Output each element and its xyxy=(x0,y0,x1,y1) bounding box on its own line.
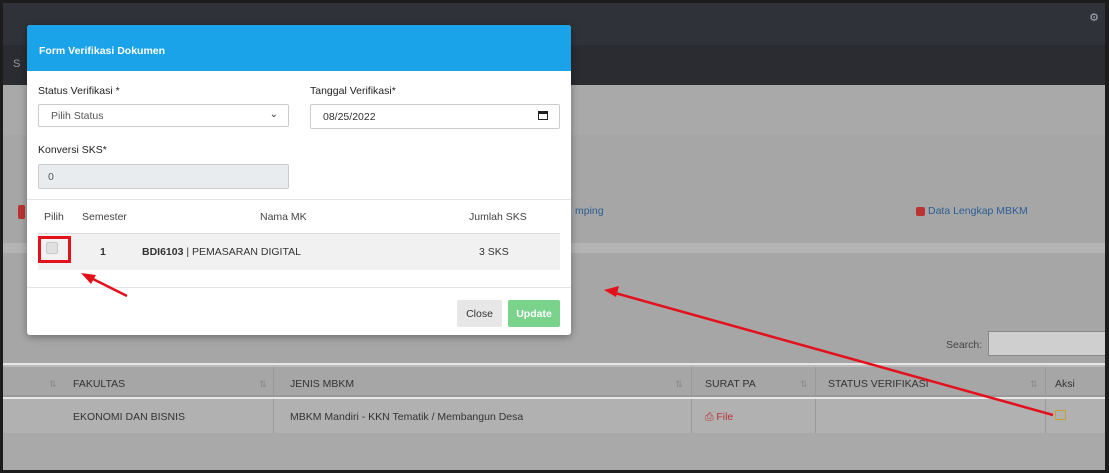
surat-pa-file-link[interactable]: ⎙ File xyxy=(705,411,733,424)
th-nama-mk: Nama MK xyxy=(260,211,307,223)
data-lengkap-label: Data Lengkap MBKM xyxy=(928,205,1028,217)
edit-icon[interactable] xyxy=(1055,410,1066,420)
update-button[interactable]: Update xyxy=(508,300,560,327)
status-select-value: Pilih Status xyxy=(51,110,104,122)
status-select[interactable]: Pilih Status ⌄ xyxy=(38,104,289,127)
col-aksi: Aksi xyxy=(1055,378,1075,390)
chevron-down-icon: ⌄ xyxy=(269,109,278,120)
sort-icon[interactable]: ⇅ xyxy=(675,379,683,390)
tanggal-value: 08/25/2022 xyxy=(323,111,376,123)
divider xyxy=(273,399,274,433)
cell-jenis-mbkm: MBKM Mandiri - KKN Tematik / Membangun D… xyxy=(290,411,524,423)
cell-fakultas: EKONOMI DAN BISNIS xyxy=(73,411,186,423)
divider xyxy=(815,367,816,395)
th-jumlah-sks: Jumlah SKS xyxy=(469,211,527,223)
gear-icon[interactable]: ⚙ xyxy=(1089,11,1099,24)
annotation-highlight-box xyxy=(38,236,71,263)
divider xyxy=(1045,367,1046,395)
sort-icon[interactable]: ⇅ xyxy=(49,379,57,390)
modal-header: Form Verifikasi Dokumen xyxy=(27,25,571,71)
col-status-verifikasi[interactable]: STATUS VERIFIKASI xyxy=(828,378,929,390)
cell-nama-mk: BDI6103 | PEMASARAN DIGITAL xyxy=(142,246,301,258)
data-lengkap-mbkm-link[interactable]: Data Lengkap MBKM xyxy=(916,205,1028,217)
divider xyxy=(1045,399,1046,433)
sort-icon[interactable]: ⇅ xyxy=(1030,379,1038,390)
cell-jumlah-sks: 3 SKS xyxy=(479,246,509,258)
left-badge xyxy=(18,205,25,219)
sub-navbar-label: S xyxy=(13,58,21,70)
table-row: EKONOMI DAN BISNIS MBKM Mandiri - KKN Te… xyxy=(3,399,1105,433)
divider xyxy=(273,367,274,395)
badge-icon xyxy=(916,206,925,216)
verification-modal: Form Verifikasi Dokumen Status Verifikas… xyxy=(27,25,571,335)
search-label: Search: xyxy=(946,339,983,351)
col-surat-pa[interactable]: SURAT PA xyxy=(705,378,756,390)
th-pilih: Pilih xyxy=(44,211,64,223)
pendamping-link[interactable]: mping xyxy=(575,205,604,217)
divider xyxy=(27,199,571,200)
search-input[interactable] xyxy=(988,331,1105,356)
divider xyxy=(27,287,571,288)
tanggal-input[interactable]: 08/25/2022 xyxy=(310,104,560,129)
col-fakultas[interactable]: FAKULTAS xyxy=(73,378,125,390)
col-jenis-mbkm[interactable]: JENIS MBKM xyxy=(290,378,354,390)
calendar-icon[interactable] xyxy=(538,111,548,120)
sks-value: 0 xyxy=(48,171,54,183)
sks-label: Konversi SKS* xyxy=(38,144,107,156)
close-button[interactable]: Close xyxy=(457,300,502,327)
file-link-label: File xyxy=(716,411,734,423)
table-header: ⇅ FAKULTAS ⇅ JENIS MBKM ⇅ SURAT PA ⇅ STA… xyxy=(3,365,1105,397)
modal-title: Form Verifikasi Dokumen xyxy=(39,45,166,57)
table-footer-area xyxy=(3,433,1105,470)
cell-kode-mk: BDI6103 xyxy=(142,246,184,258)
cell-nama-mk-text: | PEMASARAN DIGITAL xyxy=(186,246,301,258)
print-icon: ⎙ xyxy=(705,411,714,423)
tanggal-label: Tanggal Verifikasi* xyxy=(310,85,396,97)
divider xyxy=(815,399,816,433)
cell-semester: 1 xyxy=(100,246,106,258)
divider xyxy=(691,367,692,395)
screenshot-frame: ⚙ S mping Data Lengkap MBKM Search: ⇅ FA… xyxy=(0,0,1109,473)
sort-icon[interactable]: ⇅ xyxy=(259,379,267,390)
sort-icon[interactable]: ⇅ xyxy=(800,379,808,390)
divider xyxy=(691,399,692,433)
status-label: Status Verifikasi * xyxy=(38,85,120,97)
sks-input[interactable]: 0 xyxy=(38,164,289,189)
th-semester: Semester xyxy=(82,211,127,223)
